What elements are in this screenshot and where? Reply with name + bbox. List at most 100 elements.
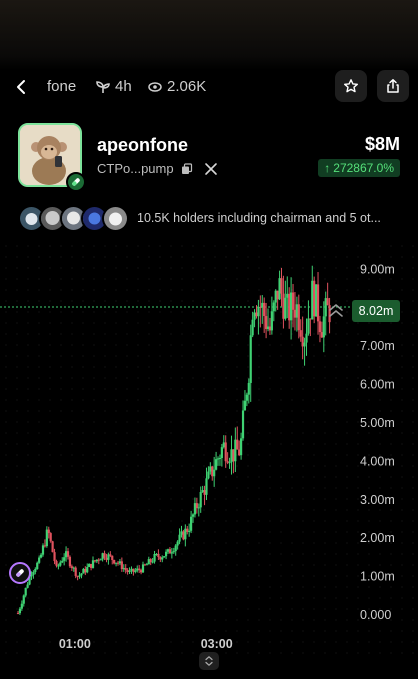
grid-dot [115,553,117,555]
grid-dot [115,531,117,533]
grid-dot [49,388,51,390]
grid-dot [247,619,249,621]
grid-dot [192,575,194,577]
grid-dot [214,509,216,511]
candle-body [295,304,298,318]
grid-dot [159,289,161,291]
grid-dot [225,421,227,423]
grid-dot [291,531,293,533]
grid-dot [379,509,381,511]
grid-dot [192,454,194,456]
grid-dot [181,465,183,467]
grid-dot [313,487,315,489]
grid-dot [38,575,40,577]
grid-dot [412,355,414,357]
grid-dot [280,443,282,445]
copy-icon[interactable] [181,162,193,175]
grid-dot [368,399,370,401]
grid-dot [126,333,128,335]
grid-dot [335,443,337,445]
grid-dot [82,432,84,434]
grid-dot [236,256,238,258]
grid-dot [93,344,95,346]
grid-dot [258,487,260,489]
candle-body [116,562,120,564]
candle-body [163,556,166,558]
grid-dot [170,333,172,335]
grid-dot [269,355,271,357]
grid-dot [137,487,139,489]
expand-button[interactable] [199,652,219,670]
grid-dot [126,311,128,313]
grid-dot [49,509,51,511]
grid-dot [401,443,403,445]
grid-dot [38,245,40,247]
grid-dot [225,509,227,511]
grid-dot [126,300,128,302]
candle-body [61,560,64,563]
grid-dot [82,619,84,621]
views-label: 2.06K [148,78,206,95]
grid-dot [280,355,282,357]
grid-dot [368,289,370,291]
candle-body [251,319,254,336]
grid-dot [16,619,18,621]
grid-dot [5,487,7,489]
grid-dot [148,344,150,346]
chevron-left-icon[interactable] [12,76,32,98]
grid-dot [170,410,172,412]
x-logo-icon[interactable] [204,162,218,176]
grid-dot [269,278,271,280]
grid-dot [104,641,106,643]
grid-dot [148,333,150,335]
holders-row[interactable]: 10.5K holders including chairman and 5 o… [18,204,381,232]
grid-dot [357,520,359,522]
grid-dot [269,300,271,302]
grid-dot [302,619,304,621]
grid-dot [368,410,370,412]
double-chevron-up-icon[interactable] [326,300,346,322]
grid-dot [368,322,370,324]
grid-dot [324,377,326,379]
y-tick-label: 0.000 [360,608,391,622]
grid-dot [170,421,172,423]
grid-dot [280,630,282,632]
grid-dot [49,377,51,379]
candle-body [95,559,98,562]
grid-dot [49,520,51,522]
grid-dot [203,410,205,412]
grid-dot [346,410,348,412]
grid-dot [16,476,18,478]
grid-dot [27,443,29,445]
grid-dot [390,432,392,434]
candle-body [240,438,243,456]
grid-dot [137,267,139,269]
grid-dot [335,256,337,258]
grid-dot [412,619,414,621]
grid-dot [401,575,403,577]
grid-dot [236,300,238,302]
grid-dot [104,476,106,478]
grid-dot [302,311,304,313]
grid-dot [379,553,381,555]
grid-dot [214,432,216,434]
candle-body [32,571,35,575]
grid-dot [401,465,403,467]
grid-dot [390,520,392,522]
candle-body [236,439,239,450]
grid-dot [357,597,359,599]
grid-dot [93,443,95,445]
star-button[interactable] [335,70,367,102]
grid-dot [27,630,29,632]
grid-dot [170,388,172,390]
grid-dot [412,322,414,324]
grid-dot [302,509,304,511]
grid-dot [258,465,260,467]
pill-marker-icon[interactable] [9,562,31,584]
grid-dot [137,542,139,544]
candle-body [157,553,160,558]
share-button[interactable] [377,70,409,102]
grid-dot [148,608,150,610]
grid-dot [38,344,40,346]
grid-dot [401,553,403,555]
